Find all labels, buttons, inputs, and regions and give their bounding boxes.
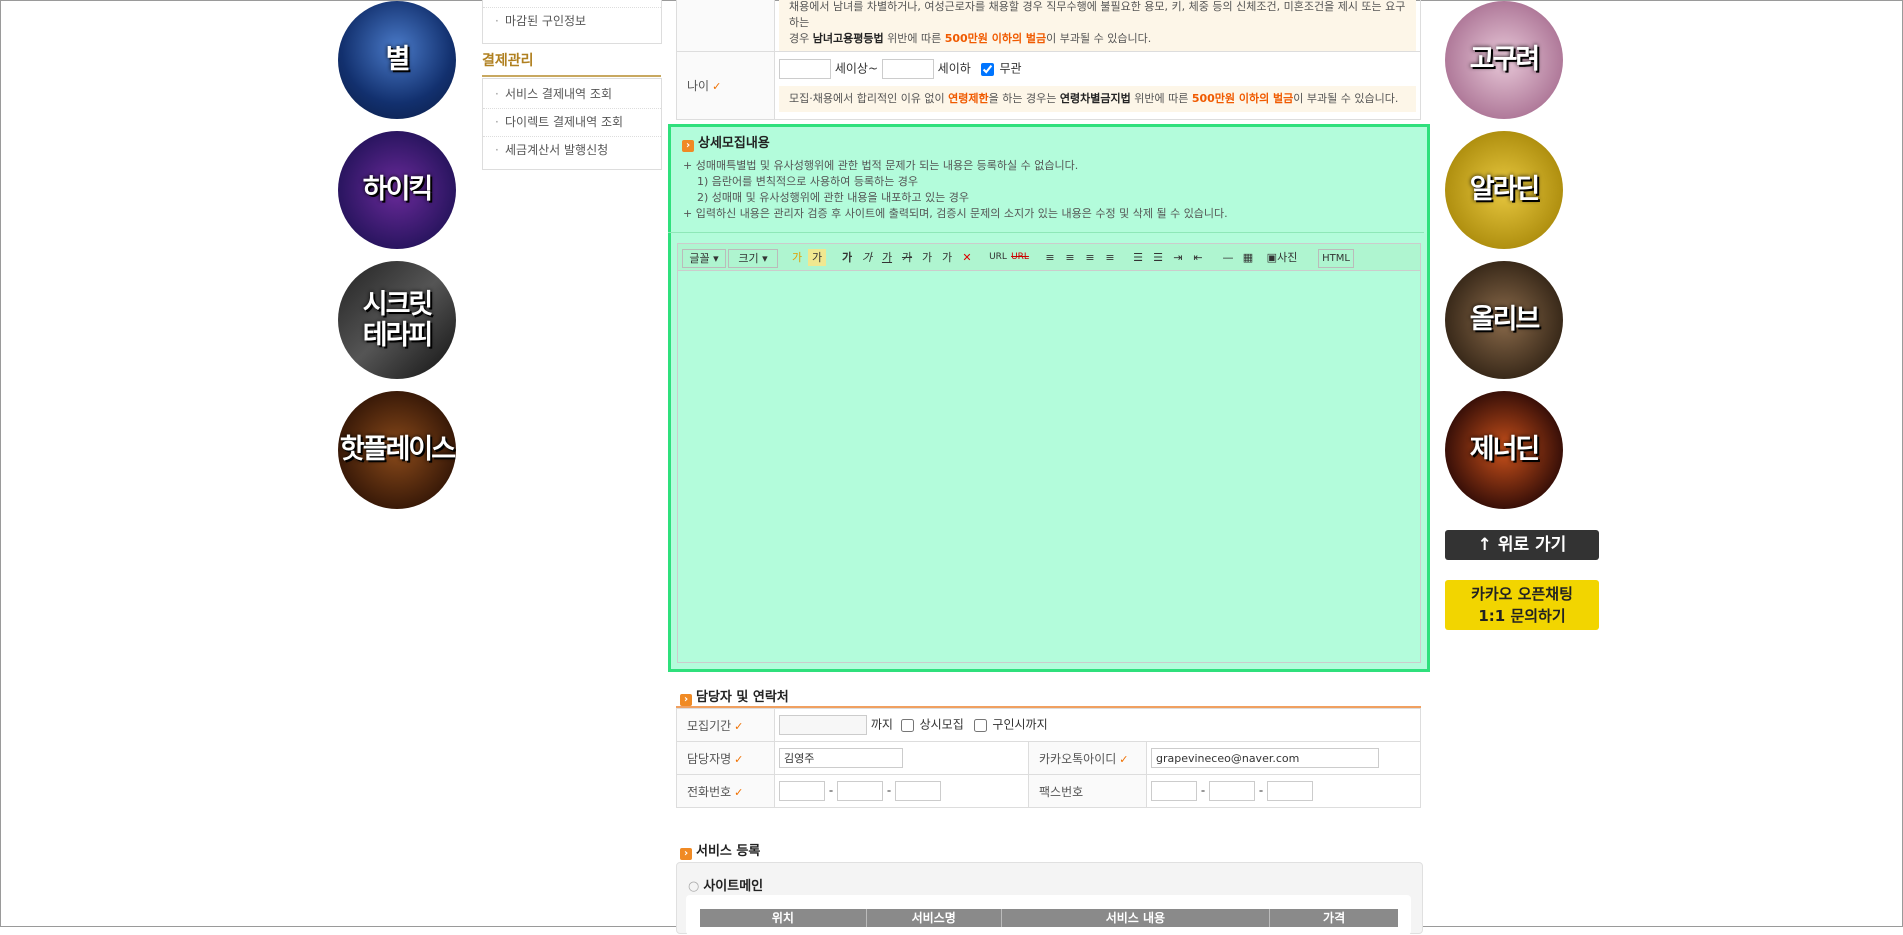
sidebar-item-service-payments[interactable]: 서비스 결제내역 조회	[483, 81, 661, 108]
banner-aladdin[interactable]: 알라딘	[1445, 131, 1563, 249]
contact-title: › 담당자 및 연락처	[680, 686, 789, 706]
editor-toolbar: 글꼴 ▾ 크기 ▾ 가 가 가 가 가 가 가 가 ✕ URL URL ≡ ≡ …	[677, 243, 1421, 271]
unordered-list-icon[interactable]: ☰	[1150, 249, 1166, 266]
banner-highkick[interactable]: 하이킥	[338, 131, 456, 249]
align-justify-icon[interactable]: ≡	[1102, 249, 1118, 266]
html-mode-button[interactable]: HTML	[1318, 249, 1354, 268]
required-check-icon: ✓	[712, 80, 722, 93]
align-center-icon[interactable]: ≡	[1062, 249, 1078, 266]
service-subtitle: ○ 사이트메인	[688, 879, 764, 894]
sidebar-payment-menu: 서비스 결제내역 조회 다이렉트 결제내역 조회 세금계산서 발행신청	[482, 78, 662, 170]
required-check-icon: ✓	[1119, 752, 1129, 766]
size-select[interactable]: 크기 ▾	[728, 249, 778, 268]
chevron-down-icon: ▾	[762, 252, 768, 265]
ordered-list-icon[interactable]: ☰	[1130, 249, 1146, 266]
strike-button[interactable]: 가	[898, 249, 916, 266]
service-table-header: 위치 서비스명 서비스 내용 가격	[700, 909, 1398, 927]
indent-icon[interactable]: ⇥	[1170, 249, 1186, 266]
age-max-input[interactable]	[881, 59, 934, 79]
outdent-icon[interactable]: ⇤	[1190, 249, 1206, 266]
table-icon[interactable]: ▦	[1240, 249, 1256, 266]
age-any-checkbox[interactable]	[980, 62, 994, 76]
service-title: › 서비스 등록	[680, 840, 760, 860]
banner-hotplace[interactable]: 핫플레이스	[338, 391, 456, 509]
kakao-open-chat-button[interactable]: 카카오 오픈채팅 1:1 문의하기	[1445, 580, 1599, 630]
detail-notice: + 성매매특별법 및 유사성행위에 관한 법적 문제가 되는 내용은 등록하실 …	[683, 159, 1228, 220]
fax-part2-input[interactable]	[1209, 781, 1255, 801]
period-date-input[interactable]	[779, 715, 867, 735]
detail-title: › 상세모집내용	[682, 132, 770, 152]
until-hired-checkbox[interactable]	[973, 718, 987, 732]
required-check-icon: ✓	[734, 752, 744, 766]
sidebar-item-tax-invoice[interactable]: 세금계산서 발행신청	[483, 136, 661, 164]
align-right-icon[interactable]: ≡	[1082, 249, 1098, 266]
gender-label-cell	[676, 0, 775, 52]
superscript-button[interactable]: 가	[918, 249, 936, 266]
age-law-warning: 모집·채용에서 합리적인 이유 없이 연령제한을 하는 경우는 연령차별금지법 …	[779, 86, 1416, 112]
phone-part3-input[interactable]	[895, 781, 941, 801]
banner-goguryeo[interactable]: 고구려	[1445, 1, 1563, 119]
bullet-icon: ○	[688, 879, 700, 894]
scroll-top-button[interactable]: ↑ 위로 가기	[1445, 530, 1599, 560]
contact-table: 모집기간 ✓ 까지 상시모집 구인시까지 담당자명 ✓ 김영주 카카오톡아이디 ✓ g…	[676, 708, 1421, 808]
unlink-button[interactable]: URL	[1010, 249, 1030, 266]
hr-icon[interactable]: —	[1220, 249, 1236, 266]
align-left-icon[interactable]: ≡	[1042, 249, 1058, 266]
clear-format-icon[interactable]: ✕	[958, 249, 976, 266]
phone-part2-input[interactable]	[837, 781, 883, 801]
phone-part1-input[interactable]	[779, 781, 825, 801]
detail-editor-area[interactable]	[677, 271, 1421, 663]
sidebar-jobs-menu: 마감된 구인정보	[482, 0, 662, 44]
italic-button[interactable]: 가	[858, 249, 876, 266]
section-arrow-icon: ›	[680, 848, 692, 860]
age-label-cell: 나이 ✓	[676, 51, 775, 120]
chevron-down-icon: ▾	[713, 252, 719, 265]
sidebar-payment-title: 결제관리	[482, 50, 661, 77]
bg-color-button[interactable]: 가	[808, 249, 826, 266]
banner-genedin[interactable]: 제너딘	[1445, 391, 1563, 509]
underline-button[interactable]: 가	[878, 249, 896, 266]
gender-law-warning: 채용에서 남녀를 차별하거나, 여성근로자를 채용할 경우 직무수행에 불필요한…	[779, 0, 1416, 51]
manager-name-input[interactable]: 김영주	[779, 748, 903, 768]
banner-olive[interactable]: 올리브	[1445, 261, 1563, 379]
fax-part3-input[interactable]	[1267, 781, 1313, 801]
bold-button[interactable]: 가	[838, 249, 856, 266]
photo-button[interactable]: ▣사진	[1260, 249, 1304, 266]
sidebar-item-closed-jobs[interactable]: 마감된 구인정보	[483, 7, 661, 35]
banner-byeol[interactable]: 별	[338, 1, 456, 119]
age-min-input[interactable]	[779, 59, 831, 79]
always-recruit-checkbox[interactable]	[900, 718, 914, 732]
fax-part1-input[interactable]	[1151, 781, 1197, 801]
font-select[interactable]: 글꼴 ▾	[682, 249, 726, 268]
banner-secret-therapy[interactable]: 시크릿 테라피	[338, 261, 456, 379]
recruit-condition-table: 채용에서 남녀를 차별하거나, 여성근로자를 채용할 경우 직무수행에 불필요한…	[676, 0, 1421, 120]
section-arrow-icon: ›	[680, 694, 692, 706]
required-check-icon: ✓	[734, 785, 744, 799]
required-check-icon: ✓	[734, 719, 744, 733]
text-color-button[interactable]: 가	[788, 249, 806, 266]
sidebar-item-direct-payments[interactable]: 다이렉트 결제내역 조회	[483, 108, 661, 136]
section-arrow-icon: ›	[682, 140, 694, 152]
image-icon: ▣	[1266, 251, 1278, 264]
subscript-button[interactable]: 가	[938, 249, 956, 266]
link-button[interactable]: URL	[988, 249, 1008, 266]
kakao-id-input[interactable]: grapevineceo@naver.com	[1151, 748, 1379, 768]
